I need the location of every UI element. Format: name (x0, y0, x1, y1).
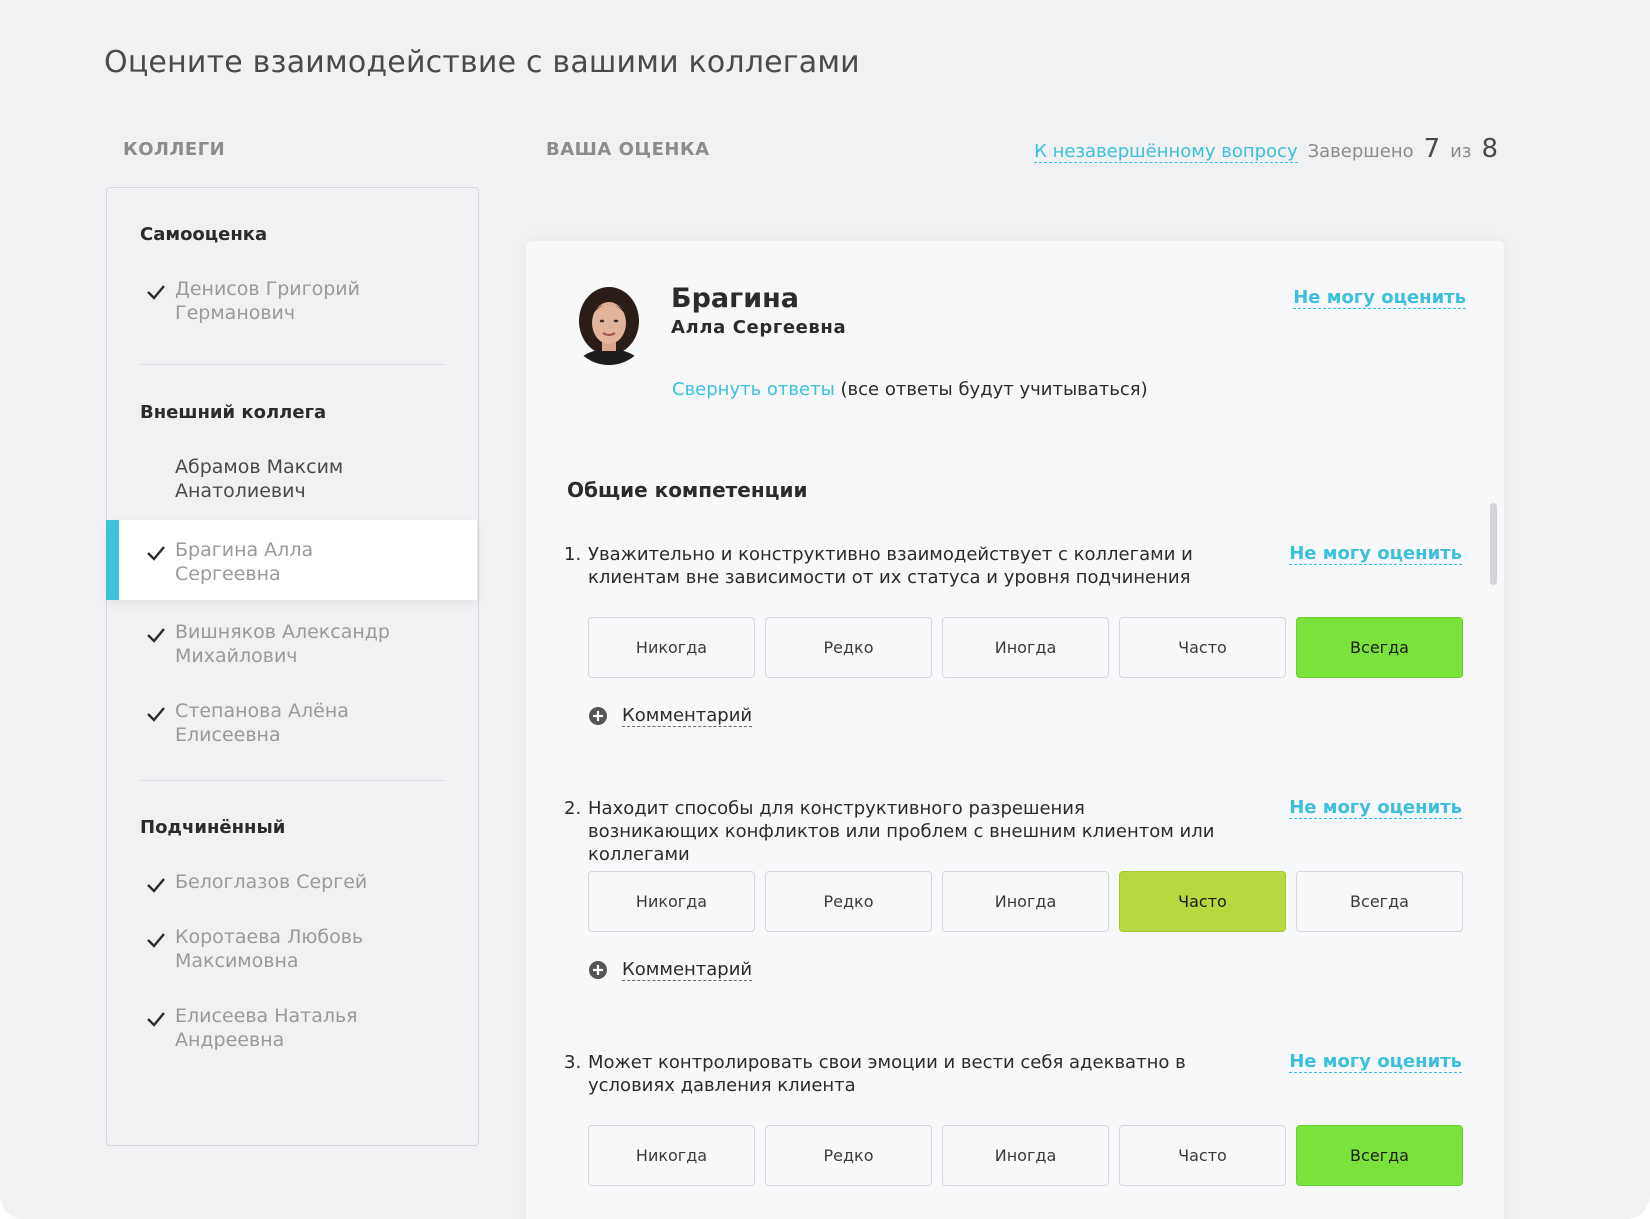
option-rarely[interactable]: Редко (765, 1125, 932, 1186)
question-text: Может контролировать свои эмоции и вести… (588, 1052, 1186, 1096)
answer-options: Никогда Редко Иногда Часто Всегда (588, 1125, 1463, 1186)
question-text: Находит способы для конструктивного разр… (588, 798, 1215, 865)
cant-rate-question-link[interactable]: Не могу оценить (1289, 797, 1462, 819)
active-indicator (106, 520, 119, 600)
add-comment-button[interactable]: Комментарий (588, 705, 753, 727)
colleague-given-name: Алла Сергеевна (671, 317, 847, 338)
check-icon (147, 628, 165, 643)
header-shadow (526, 180, 1504, 192)
option-always[interactable]: Всегда (1296, 1125, 1463, 1186)
option-often[interactable]: Часто (1119, 871, 1286, 932)
collapse-answers-link[interactable]: Свернуть ответы (672, 379, 835, 400)
colleague-name: Коротаева Любовь Максимовна (175, 926, 364, 972)
option-sometimes[interactable]: Иногда (942, 617, 1109, 678)
section-title: Общие компетенции (567, 478, 808, 502)
colleague-name: Елисеева Наталья Андреевна (175, 1005, 358, 1051)
group-title-self: Самооценка (140, 224, 268, 245)
question-number: 1. (564, 544, 582, 565)
app-frame: Оцените взаимодействие с вашими коллегам… (0, 0, 1650, 1219)
colleague-item[interactable]: Елисеева Наталья Андреевна (107, 1004, 477, 1084)
option-sometimes[interactable]: Иногда (942, 1125, 1109, 1186)
scrollbar[interactable] (1490, 503, 1497, 585)
rating-column-label: ВАША ОЦЕНКА (546, 139, 710, 160)
avatar (569, 285, 649, 365)
divider (140, 780, 446, 781)
option-never[interactable]: Никогда (588, 1125, 755, 1186)
option-rarely[interactable]: Редко (765, 871, 932, 932)
check-icon (147, 933, 165, 948)
colleague-name: Вишняков Александр Михайлович (175, 621, 390, 667)
question-text: Уважительно и конструктивно взаимодейств… (588, 544, 1193, 588)
check-icon (147, 285, 165, 300)
group-title-external: Внешний коллега (140, 402, 327, 423)
colleague-item[interactable]: Денисов Григорий Германович (107, 277, 477, 357)
colleagues-column-label: КОЛЛЕГИ (123, 139, 226, 160)
option-rarely[interactable]: Редко (765, 617, 932, 678)
page-title: Оцените взаимодействие с вашими коллегам… (104, 45, 860, 80)
answer-options: Никогда Редко Иногда Часто Всегда (588, 871, 1463, 932)
plus-circle-icon (589, 961, 607, 979)
question-number: 2. (564, 798, 582, 819)
colleague-name: Денисов Григорий Германович (175, 278, 360, 324)
cant-rate-colleague-link[interactable]: Не могу оценить (1293, 287, 1466, 309)
option-never[interactable]: Никогда (588, 617, 755, 678)
unfinished-question-link[interactable]: К незавершённому вопросу (1034, 141, 1298, 163)
colleague-name: Белоглазов Сергей (175, 871, 368, 893)
colleague-name: Абрамов Максим Анатолиевич (175, 456, 344, 502)
check-icon (147, 546, 165, 561)
option-always[interactable]: Всегда (1296, 617, 1463, 678)
comment-label: Комментарий (622, 959, 753, 981)
option-never[interactable]: Никогда (588, 871, 755, 932)
option-often[interactable]: Часто (1119, 617, 1286, 678)
colleague-name: Степанова Алёна Елисеевна (175, 700, 349, 746)
colleagues-sidebar: Самооценка Денисов Григорий Германович Вн… (106, 187, 479, 1146)
cant-rate-question-link[interactable]: Не могу оценить (1289, 543, 1462, 565)
completed-label: Завершено (1307, 141, 1414, 162)
option-sometimes[interactable]: Иногда (942, 871, 1109, 932)
plus-circle-icon (589, 707, 607, 725)
option-always[interactable]: Всегда (1296, 871, 1463, 932)
group-title-subordinate: Подчинённый (140, 817, 286, 838)
comment-label: Комментарий (622, 705, 753, 727)
add-comment-button[interactable]: Комментарий (588, 959, 753, 981)
check-icon (147, 1012, 165, 1027)
of-label: из (1450, 141, 1472, 162)
question-number: 3. (564, 1052, 582, 1073)
rating-card: Брагина Алла Сергеевна Не могу оценить С… (526, 241, 1504, 1219)
colleague-item[interactable]: Вишняков Александр Михайлович (107, 620, 477, 700)
progress-header: К незавершённому вопросу Завершено 7 из … (1034, 134, 1498, 164)
colleague-name: Брагина Алла Сергеевна (175, 539, 314, 585)
collapse-note: (все ответы будут учитываться) (834, 379, 1148, 400)
cant-rate-question-link[interactable]: Не могу оценить (1289, 1051, 1462, 1073)
colleague-surname: Брагина (671, 283, 800, 314)
divider (140, 364, 446, 365)
answer-options: Никогда Редко Иногда Часто Всегда (588, 617, 1463, 678)
colleague-item-active[interactable]: Брагина Алла Сергеевна (106, 520, 477, 600)
total-count: 8 (1481, 134, 1498, 164)
check-icon (147, 878, 165, 893)
colleague-item[interactable]: Степанова Алёна Елисеевна (107, 699, 477, 779)
completed-count: 7 (1423, 134, 1441, 164)
check-icon (147, 707, 165, 722)
option-often[interactable]: Часто (1119, 1125, 1286, 1186)
collapse-row: Свернуть ответы (все ответы будут учитыв… (672, 379, 1148, 400)
colleague-item[interactable]: Коротаева Любовь Максимовна (107, 925, 477, 1005)
